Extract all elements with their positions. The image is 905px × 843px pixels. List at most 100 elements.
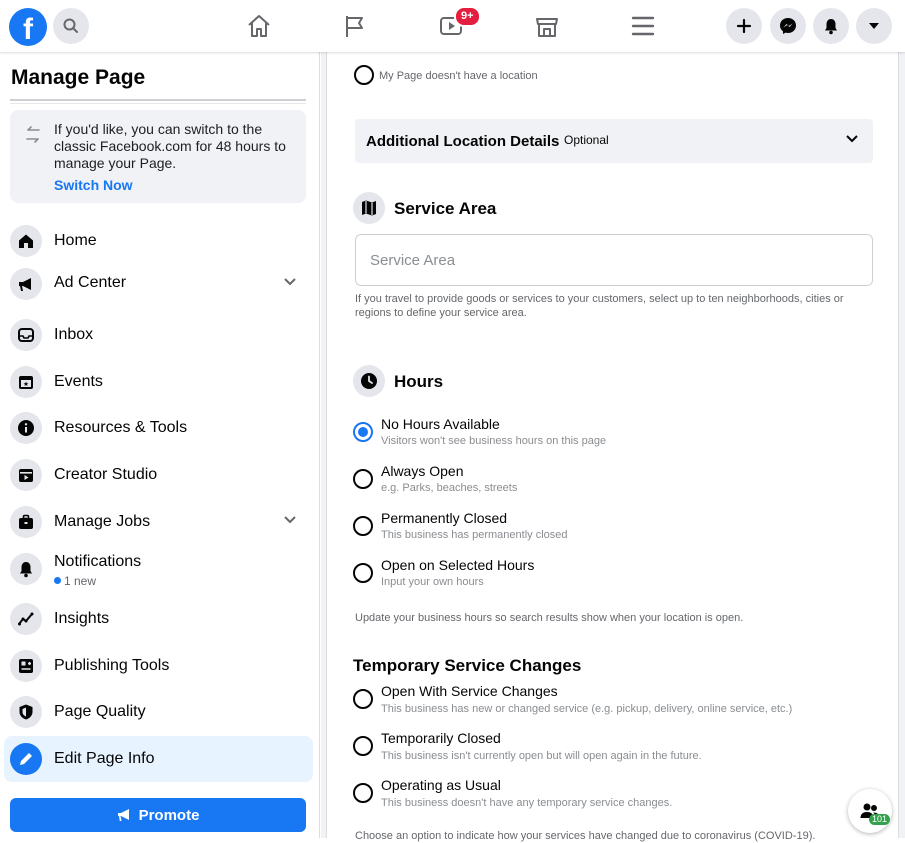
switch-notice-text: If you'd like, you can switch to the cla… — [54, 121, 286, 171]
service-area-input[interactable] — [355, 234, 873, 286]
sidebar-item-notifications[interactable]: Notifications 1 new — [4, 546, 313, 592]
sidebar-item-label: Resources & Tools — [54, 419, 188, 436]
caret-down-icon — [869, 23, 879, 29]
sidebar-item-manage-jobs[interactable]: Manage Jobs — [4, 499, 313, 545]
temporary-option-sub: This business has new or changed service… — [381, 703, 793, 715]
hours-option-radio[interactable] — [353, 516, 373, 536]
account-button[interactable] — [856, 8, 892, 44]
megaphone-icon-circle — [10, 268, 42, 300]
megaphone-icon — [19, 278, 31, 291]
sidebar-item-resources-tools[interactable]: Resources & Tools — [4, 405, 313, 451]
hours-helper: Update your business hours so search res… — [355, 612, 744, 624]
edit-page-info-card: My Page doesn't have a location Addition… — [326, 52, 899, 842]
hours-option-title: Always Open — [381, 463, 464, 479]
switch-now-link[interactable]: Switch Now — [54, 177, 133, 193]
sidebar-item-label: Creator Studio — [54, 466, 158, 483]
chart-icon-circle — [10, 603, 42, 635]
hours-option-sub: Visitors won't see business hours on thi… — [381, 435, 607, 447]
messenger-button[interactable] — [770, 8, 806, 44]
sidebar-item-label: Page Quality — [54, 703, 146, 720]
sidebar-title: Manage Page — [11, 66, 146, 89]
hours-option-sub: Input your own hours — [381, 576, 484, 588]
shield-icon — [19, 704, 33, 720]
flag-icon — [346, 16, 363, 37]
promote-button[interactable]: Promote — [10, 798, 306, 832]
notifications-count-text: 1 new — [64, 574, 97, 588]
clock-icon — [361, 373, 377, 389]
home-icon-circle — [10, 225, 42, 257]
sidebar-item-insights[interactable]: Insights — [4, 596, 313, 642]
sidebar-item-label: Publishing Tools — [54, 657, 170, 674]
additional-location-accordion[interactable]: Additional Location Details Optional — [355, 119, 873, 163]
sidebar-item-label: Home — [54, 232, 97, 249]
search-icon — [63, 18, 78, 33]
marketplace-tab[interactable] — [532, 10, 562, 42]
hours-option-title: Permanently Closed — [381, 510, 508, 526]
temporary-changes-heading: Temporary Service Changes — [353, 656, 582, 675]
publishing-icon-circle — [10, 650, 42, 682]
sidebar-item-edit-page-info[interactable]: Edit Page Info — [4, 736, 313, 782]
hours-option-title: Open on Selected Hours — [381, 557, 535, 573]
info-icon — [18, 420, 34, 436]
menu-tab[interactable] — [628, 10, 658, 42]
create-button[interactable] — [726, 8, 762, 44]
sidebar-item-events[interactable]: Events — [4, 359, 313, 405]
menu-icon — [631, 16, 655, 36]
bell-icon-circle — [10, 553, 42, 585]
manage-page-sidebar: Manage Page If you'd like, you can switc… — [0, 52, 320, 838]
home-icon — [19, 234, 33, 248]
notifications-button[interactable] — [813, 8, 849, 44]
clapper-icon — [19, 469, 33, 482]
pencil-icon-circle — [10, 743, 42, 775]
megaphone-icon — [117, 809, 129, 821]
briefcase-icon-circle — [10, 506, 42, 538]
hours-option-sub: This business has permanently closed — [381, 529, 568, 541]
pencil-icon — [20, 753, 32, 765]
sidebar-item-publishing-tools[interactable]: Publishing Tools — [4, 643, 313, 689]
no-location-radio[interactable] — [354, 65, 374, 85]
hours-option-sub: e.g. Parks, beaches, streets — [381, 482, 518, 494]
search-button[interactable] — [53, 8, 89, 44]
top-navigation-bar: f 9+ — [0, 0, 905, 52]
clock-icon-circle — [353, 365, 385, 397]
notifications-count: 1 new — [54, 574, 96, 588]
clapper-icon-circle — [10, 459, 42, 491]
shield-icon-circle — [10, 696, 42, 728]
promote-label: Promote — [138, 806, 200, 824]
sidebar-item-label: Ad Center — [54, 274, 127, 291]
edit-page-info-panel: My Page doesn't have a location Addition… — [321, 52, 905, 842]
service-area-heading: Service Area — [394, 199, 497, 218]
pages-tab[interactable] — [340, 10, 370, 42]
home-tab[interactable] — [244, 10, 274, 42]
temporary-option-radio[interactable] — [353, 689, 373, 709]
map-icon-circle — [353, 192, 385, 224]
hours-option-radio[interactable] — [353, 469, 373, 489]
chevron-down-icon[interactable] — [283, 277, 297, 287]
hours-option-radio[interactable] — [353, 422, 373, 442]
temporary-option-sub: This business isn't currently open but w… — [381, 750, 702, 762]
facebook-logo[interactable]: f — [9, 8, 47, 46]
watch-notification-badge: 9+ — [454, 6, 481, 27]
chevron-down-icon[interactable] — [283, 515, 297, 525]
divider — [10, 103, 306, 104]
bell-icon — [20, 562, 32, 578]
temporary-option-radio[interactable] — [353, 783, 373, 803]
accordion-title: Additional Location Details — [366, 133, 560, 150]
sidebar-item-inbox[interactable]: Inbox — [4, 312, 313, 358]
temporary-option-radio[interactable] — [353, 736, 373, 756]
temporary-option-title: Open With Service Changes — [381, 683, 558, 699]
divider — [10, 99, 306, 101]
sidebar-item-label: Inbox — [54, 326, 94, 343]
hours-option-radio[interactable] — [353, 563, 373, 583]
sidebar-item-page-quality[interactable]: Page Quality — [4, 689, 313, 735]
sidebar-item-ad-center[interactable]: Ad Center — [4, 261, 313, 307]
temporary-option-title: Temporarily Closed — [381, 730, 501, 746]
sidebar-item-home[interactable]: Home — [4, 218, 313, 264]
inbox-icon-circle — [10, 319, 42, 351]
no-location-label: My Page doesn't have a location — [379, 70, 538, 82]
chart-icon — [18, 612, 34, 626]
sidebar-item-creator-studio[interactable]: Creator Studio — [4, 452, 313, 498]
marketplace-icon — [536, 18, 558, 37]
contacts-chat-button[interactable]: 101 — [848, 789, 892, 833]
sidebar-item-label: Events — [54, 373, 103, 390]
